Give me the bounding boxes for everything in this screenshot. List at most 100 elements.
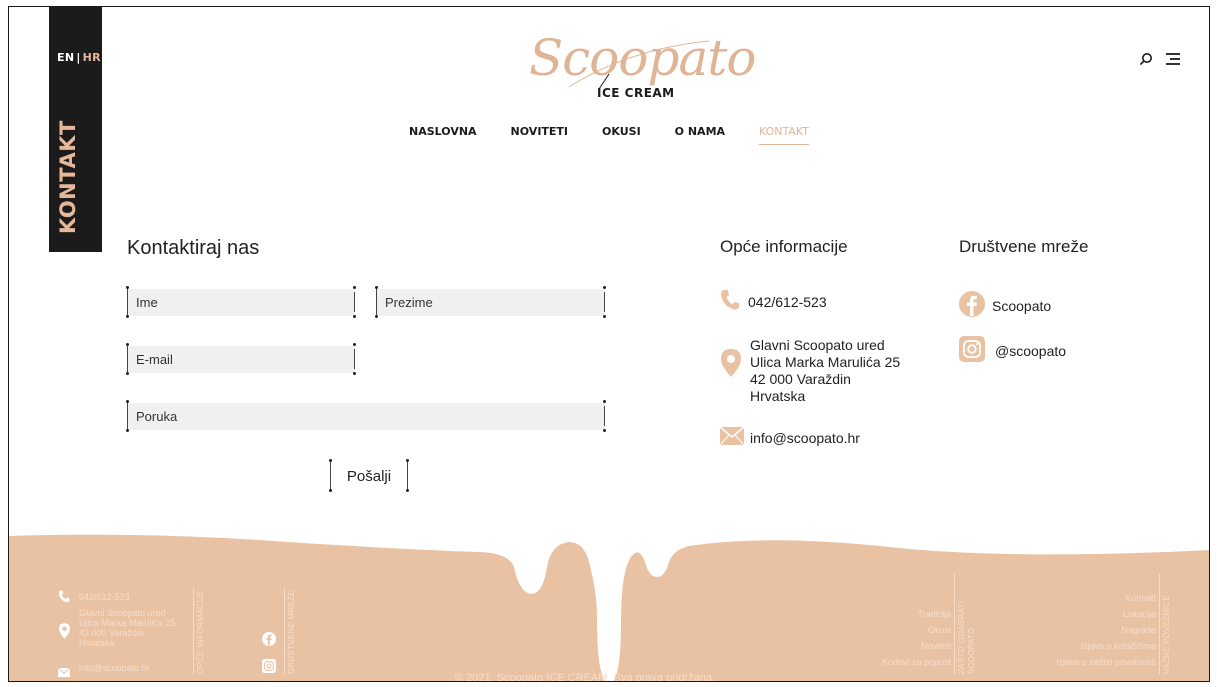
footer-links-list: Kontakt Lokacija Nagrade Izjava o kolači… <box>1056 590 1156 670</box>
envelope-icon <box>719 426 745 448</box>
field-corner-dot <box>375 315 378 318</box>
email-link[interactable]: info@scoopato.hr <box>750 430 860 446</box>
footer-why-item[interactable]: Noviteti <box>882 638 951 654</box>
footer-link[interactable]: Izjava o zaštiti privatnosti <box>1056 654 1156 670</box>
instagram-icon <box>959 336 985 365</box>
field-corner-dot <box>353 315 356 318</box>
address-line: Glavni Scoopato ured <box>750 337 885 353</box>
side-page-title: KONTAKT <box>56 120 80 234</box>
footer-facebook-icon[interactable] <box>262 632 276 651</box>
page-frame: EN | HR KONTAKT Scoopato ICE CREAM NASLOVN… <box>8 6 1210 682</box>
footer-label-why-2: SCOOPATO <box>967 627 976 674</box>
footer-address-line: Ulica Marka Marulića 25 <box>79 618 176 628</box>
name-field[interactable]: Ime <box>127 289 355 316</box>
field-corner-dot <box>126 286 129 289</box>
phone-number[interactable]: 042/612-523 <box>748 294 827 310</box>
nav-o-nama[interactable]: O NAMA <box>675 125 725 145</box>
logo-subtitle: ICE CREAM <box>597 86 675 100</box>
footer-address-line: Glavni Scoopato ured <box>79 608 166 618</box>
nav-okusi[interactable]: OKUSI <box>602 125 641 145</box>
surname-field[interactable]: Prezime <box>376 289 605 316</box>
address-block: Glavni Scoopato ured Ulica Marka Marulić… <box>750 337 900 405</box>
phone-row: 042/612-523 <box>720 289 827 314</box>
lang-en[interactable]: EN <box>57 51 74 64</box>
surname-placeholder: Prezime <box>385 295 433 310</box>
footer-divider <box>193 588 194 674</box>
footer-instagram-icon[interactable] <box>262 659 276 678</box>
field-corner-dot <box>126 343 129 346</box>
search-icon[interactable] <box>1139 52 1153 71</box>
field-corner-dot <box>353 372 356 375</box>
footer-phone[interactable]: 042/612-523 <box>79 592 130 602</box>
header-icons <box>1139 52 1181 71</box>
field-corner-dot <box>603 429 606 432</box>
copyright: © 2021. Scoopato ICE CREAM. Sva prava pr… <box>455 672 716 682</box>
footer-address: Glavni Scoopato ured Ulica Marka Marulić… <box>79 608 176 648</box>
field-corner-dot <box>353 286 356 289</box>
button-corner-dot <box>329 459 332 462</box>
send-button[interactable]: Pošalji <box>330 462 408 492</box>
field-corner-dot <box>375 286 378 289</box>
button-corner-dot <box>406 459 409 462</box>
footer-label-links: VAŽNE POVEZNICE <box>1162 594 1171 674</box>
nav-kontakt[interactable]: KONTAKT <box>759 125 809 145</box>
field-corner-dot <box>353 343 356 346</box>
message-placeholder: Poruka <box>136 409 178 424</box>
language-switcher: EN | HR <box>57 51 101 64</box>
address-line: Ulica Marka Marulića 25 <box>750 354 901 370</box>
footer-why-list: Tradicija Okusi Noviteti Kodovi za popus… <box>882 606 951 670</box>
field-corner-dot <box>126 315 129 318</box>
email-placeholder: E-mail <box>136 352 173 367</box>
social-title: Društvene mreže <box>959 237 1089 256</box>
field-corner-dot <box>126 372 129 375</box>
footer-divider <box>284 588 285 674</box>
button-corner-dot <box>329 489 332 492</box>
address-line: Hrvatska <box>750 388 806 404</box>
facebook-handle: Scoopato <box>992 297 1052 314</box>
footer-divider <box>954 574 955 674</box>
footer-divider <box>1159 574 1160 674</box>
facebook-icon <box>959 291 985 320</box>
footer-location-icon <box>59 623 70 644</box>
instagram-handle: @scoopato <box>995 342 1067 359</box>
field-corner-dot <box>603 315 606 318</box>
nav-noviteti[interactable]: NOVITETI <box>511 125 568 145</box>
lang-hr[interactable]: HR <box>83 51 101 64</box>
footer: 042/612-523 Glavni Scoopato ured Ulica M… <box>9 522 1209 682</box>
logo[interactable]: Scoopato ICE CREAM <box>509 29 756 109</box>
footer-link[interactable]: Lokacija <box>1056 606 1156 622</box>
phone-icon <box>720 289 740 314</box>
instagram-row[interactable]: @scoopato <box>959 336 1066 365</box>
footer-email[interactable]: info@scoopato.hr <box>79 663 150 673</box>
footer-why-item[interactable]: Okusi <box>882 622 951 638</box>
nav-naslovna[interactable]: NASLOVNA <box>409 125 477 145</box>
sidebar: EN | HR KONTAKT <box>49 7 102 252</box>
footer-drip-background <box>9 534 1209 681</box>
email-field[interactable]: E-mail <box>127 346 355 373</box>
footer-label-why-1: ZAŠTO ODABRATI <box>957 600 966 674</box>
general-info-title: Opće informacije <box>720 237 848 256</box>
footer-label-social: DRUŠTVENE MREŽE <box>287 589 296 674</box>
field-corner-dot <box>126 400 129 403</box>
address-line: 42 000 Varaždin <box>750 371 851 387</box>
field-corner-dot <box>126 429 129 432</box>
message-field[interactable]: Poruka <box>127 403 605 430</box>
lang-separator: | <box>76 51 81 64</box>
main-nav: NASLOVNA NOVITETI OKUSI O NAMA KONTAKT <box>409 125 843 145</box>
footer-link[interactable]: Izjava o kolačićima <box>1056 638 1156 654</box>
footer-link[interactable]: Kontakt <box>1056 590 1156 606</box>
email-row: info@scoopato.hr <box>719 426 860 448</box>
footer-address-line: Hrvatska <box>79 638 115 648</box>
footer-link[interactable]: Nagrade <box>1056 622 1156 638</box>
footer-address-line: 42 000 Varaždin <box>79 628 144 638</box>
name-placeholder: Ime <box>136 295 158 310</box>
facebook-row[interactable]: Scoopato <box>959 291 1051 320</box>
field-corner-dot <box>603 400 606 403</box>
form-title: Kontaktiraj nas <box>127 237 260 259</box>
menu-icon[interactable] <box>1163 52 1181 71</box>
location-pin-icon <box>721 349 741 382</box>
field-corner-dot <box>603 286 606 289</box>
footer-why-item[interactable]: Kodovi za popust <box>882 654 951 670</box>
footer-envelope-icon <box>57 664 71 681</box>
footer-why-item[interactable]: Tradicija <box>882 606 951 622</box>
